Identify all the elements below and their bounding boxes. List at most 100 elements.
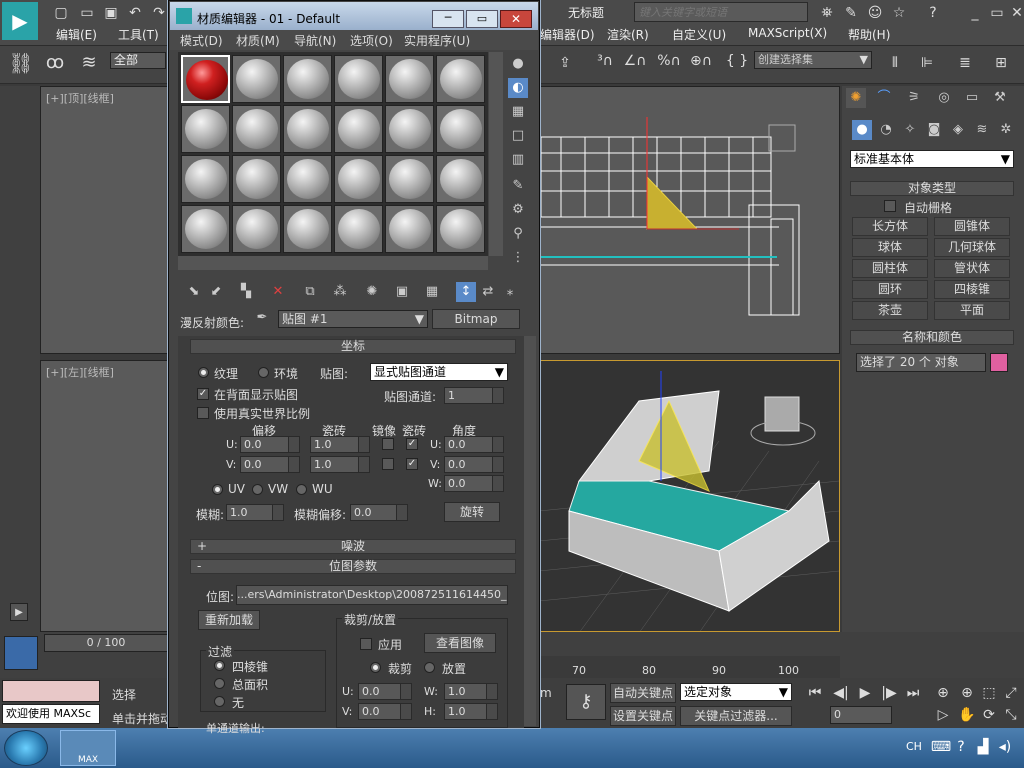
u-mirror-checkbox[interactable] bbox=[382, 438, 394, 450]
u-offset-spinner[interactable]: 0.0 bbox=[240, 436, 300, 453]
sample-slot[interactable] bbox=[436, 155, 485, 203]
utilities-tab-icon[interactable]: ⚒ bbox=[990, 88, 1010, 108]
mirror-icon[interactable]: ⫴ bbox=[882, 50, 908, 76]
sample-slot[interactable] bbox=[232, 205, 281, 253]
name-color-header[interactable]: 名称和颜色 bbox=[850, 330, 1014, 345]
create-tab-icon[interactable]: ✺ bbox=[846, 88, 866, 108]
goto-end-icon[interactable]: ⏭ bbox=[900, 680, 926, 706]
align-icon[interactable]: ⊫ bbox=[914, 50, 940, 76]
video-color-icon[interactable]: ▥ bbox=[508, 150, 528, 170]
maxscript-listener[interactable] bbox=[2, 680, 100, 702]
sample-slot[interactable] bbox=[181, 55, 230, 103]
backlight-icon[interactable]: ◐ bbox=[508, 78, 528, 98]
go-forward-sibling-icon[interactable]: ⇄ bbox=[478, 282, 498, 302]
edit-named-sel-icon[interactable]: { } bbox=[724, 48, 750, 74]
options-icon[interactable]: ⚙ bbox=[508, 200, 528, 220]
snap3-icon[interactable]: ³∩ bbox=[592, 48, 618, 74]
v-offset-spinner[interactable]: 0.0 bbox=[240, 456, 300, 473]
crop-u-spinner[interactable]: 0.0 bbox=[358, 683, 412, 700]
angle-snap-icon[interactable]: ∠∩ bbox=[622, 48, 648, 74]
sample-slot[interactable] bbox=[385, 155, 434, 203]
mat-minimize-icon[interactable]: ─ bbox=[432, 10, 464, 28]
helpers-icon[interactable]: ◈ bbox=[948, 120, 968, 140]
modify-tab-icon[interactable]: ⌒ bbox=[874, 88, 894, 108]
menu-render[interactable]: 渲染(R) bbox=[607, 26, 649, 43]
undo-icon[interactable]: ↶ bbox=[122, 0, 148, 26]
viewport-top-label[interactable]: [+][顶][线框] bbox=[46, 90, 114, 106]
sample-slot[interactable] bbox=[181, 105, 230, 153]
start-button-icon[interactable] bbox=[4, 730, 48, 766]
search-input[interactable] bbox=[634, 2, 808, 22]
bitmap-rollout-header[interactable]: - 位图参数 bbox=[190, 559, 516, 574]
show-end-result-icon[interactable]: ▦ bbox=[422, 282, 442, 302]
get-material-icon[interactable]: ⬊ bbox=[184, 282, 204, 302]
sample-slot[interactable] bbox=[283, 155, 332, 203]
systems-icon[interactable]: ✲ bbox=[996, 120, 1016, 140]
lights-icon[interactable]: ✧ bbox=[900, 120, 920, 140]
viewport-left[interactable] bbox=[40, 360, 168, 632]
box-button[interactable]: 长方体 bbox=[852, 217, 928, 236]
none-radio[interactable] bbox=[214, 696, 225, 707]
sample-slot[interactable] bbox=[334, 155, 383, 203]
environ-radio[interactable] bbox=[258, 367, 269, 378]
autogrid-checkbox[interactable] bbox=[884, 200, 896, 212]
map-channel-spinner[interactable]: 1 bbox=[444, 387, 504, 404]
sample-slot[interactable] bbox=[334, 205, 383, 253]
input-lang[interactable]: CH bbox=[906, 740, 922, 753]
unlink-icon[interactable]: ꝏ bbox=[42, 50, 68, 76]
crop-v-spinner[interactable]: 0.0 bbox=[358, 703, 412, 720]
render-frame-icon[interactable]: ⇪ bbox=[552, 50, 578, 76]
time-slider[interactable]: 0 / 100 bbox=[44, 634, 168, 652]
mat-menu-mode[interactable]: 模式(D) bbox=[180, 32, 223, 49]
tube-button[interactable]: 管状体 bbox=[934, 259, 1010, 278]
crop-radio[interactable] bbox=[370, 662, 381, 673]
max-toggle-icon[interactable]: ⤡ bbox=[998, 702, 1024, 728]
make-unique-icon[interactable]: ⧉ bbox=[300, 282, 320, 302]
u-tiling-spinner[interactable]: 1.0 bbox=[310, 436, 370, 453]
sphere-button[interactable]: 球体 bbox=[852, 238, 928, 257]
map-name-dropdown[interactable]: 贴图 #1 ▼ bbox=[278, 310, 428, 328]
sample-type-icon[interactable]: ● bbox=[508, 54, 528, 74]
place-radio[interactable] bbox=[424, 662, 435, 673]
sample-slot[interactable] bbox=[385, 205, 434, 253]
close-icon[interactable]: ✕ bbox=[1004, 0, 1024, 26]
geometry-icon[interactable]: ● bbox=[852, 120, 872, 140]
fov-icon[interactable]: ▷ bbox=[930, 702, 956, 728]
save-icon[interactable]: ▣ bbox=[98, 0, 124, 26]
binoculars-icon[interactable]: ⛯ bbox=[814, 0, 840, 26]
uv-radio[interactable] bbox=[212, 484, 223, 495]
real-world-checkbox[interactable] bbox=[197, 407, 209, 419]
reload-button[interactable]: 重新加载 bbox=[198, 610, 260, 630]
slots-hscroll[interactable] bbox=[178, 256, 488, 270]
percent-snap-icon[interactable]: %∩ bbox=[656, 48, 682, 74]
sample-slot[interactable] bbox=[334, 105, 383, 153]
material-id-icon[interactable]: ✺ bbox=[362, 282, 382, 302]
put-to-library-icon[interactable]: ⁂ bbox=[330, 282, 350, 302]
menu-help[interactable]: 帮助(H) bbox=[848, 26, 890, 43]
display-tab-icon[interactable]: ▭ bbox=[962, 88, 982, 108]
menu-maxscript[interactable]: MAXScript(X) bbox=[748, 26, 827, 40]
menu-edit[interactable]: 编辑(E) bbox=[56, 26, 97, 43]
w-angle-spinner[interactable]: 0.0 bbox=[444, 475, 504, 492]
geosphere-button[interactable]: 几何球体 bbox=[934, 238, 1010, 257]
viewport-layout-icon[interactable] bbox=[4, 636, 38, 670]
welcome-text[interactable]: 欢迎使用 MAXSc bbox=[2, 704, 100, 724]
sample-slot[interactable] bbox=[181, 155, 230, 203]
menu-editor[interactable]: 编辑器(D) bbox=[540, 26, 595, 43]
u-tile-checkbox[interactable]: ✓ bbox=[406, 438, 418, 450]
mapping-dropdown[interactable]: 显式贴图通道 ▼ bbox=[370, 363, 508, 381]
mat-menu-options[interactable]: 选项(O) bbox=[350, 32, 393, 49]
uv-tiling-icon[interactable]: □ bbox=[508, 126, 528, 146]
sample-slot[interactable] bbox=[385, 55, 434, 103]
torus-button[interactable]: 圆环 bbox=[852, 280, 928, 299]
select-by-material-icon[interactable]: ⚲ bbox=[508, 224, 528, 244]
mat-menu-navigation[interactable]: 导航(N) bbox=[294, 32, 336, 49]
object-type-header[interactable]: 对象类型 bbox=[850, 181, 1014, 196]
teapot-button[interactable]: 茶壶 bbox=[852, 301, 928, 320]
spacewarps-icon[interactable]: ≋ bbox=[972, 120, 992, 140]
apply-checkbox[interactable] bbox=[360, 638, 372, 650]
user-icon[interactable]: ☺ bbox=[862, 0, 888, 26]
pyramid-button[interactable]: 四棱锥 bbox=[934, 280, 1010, 299]
go-to-parent-icon[interactable]: ↕ bbox=[456, 282, 476, 302]
sample-slot[interactable] bbox=[232, 155, 281, 203]
